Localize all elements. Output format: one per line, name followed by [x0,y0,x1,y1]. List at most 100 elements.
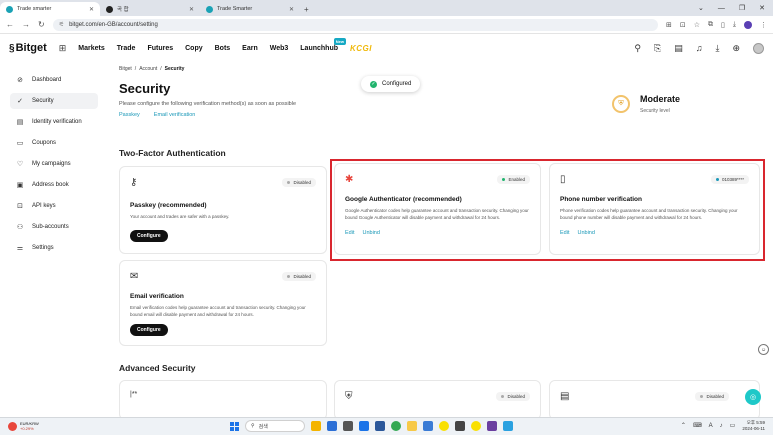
app-icon-10[interactable] [503,421,513,431]
app-icon-8[interactable] [471,421,481,431]
nav-earn[interactable]: Earn [242,45,258,52]
sidebar-item-identity-verification[interactable]: ▤ Identity verification [10,114,98,130]
chrome-icon[interactable] [391,421,401,431]
support-chat-icon[interactable]: ◎ [745,389,761,405]
windows-start-icon[interactable] [230,421,239,431]
configure-passkey-button[interactable]: Configure [130,229,168,242]
nav-copy[interactable]: Copy [185,45,203,52]
new-tab-button[interactable]: + [300,2,313,16]
close-tab-icon[interactable]: ✕ [289,6,294,13]
speaker-icon[interactable]: ♪ [720,423,723,429]
folder-icon[interactable] [407,421,417,431]
profile-icon[interactable] [744,20,752,29]
logo-text: Bitget [15,42,47,54]
feedback-icon[interactable]: ☺ [758,344,769,355]
email-verification-link[interactable]: Email verification [154,112,196,118]
password-icon: |** [130,391,138,398]
status-badge: Disabled [282,272,316,281]
nav-bots[interactable]: Bots [215,45,231,52]
system-tray: ⌃ ⌨ A ♪ ▭ 오후 5:59 2024-06-11 [681,420,765,432]
minimize-button[interactable]: — [718,5,725,12]
passkey-card: ⚷ Disabled Passkey (recommended) Your ac… [119,166,327,254]
browser-tab-2[interactable]: 곡 합 ✕ [100,2,200,16]
close-window-button[interactable]: ✕ [759,4,765,12]
browser-tab-1[interactable]: Trade smarter ✕ [0,2,100,16]
sidebar-item-settings[interactable]: ⚌ Settings [10,240,98,256]
configure-email-button[interactable]: Configure [130,323,168,336]
app-icon-5[interactable] [375,421,385,431]
taskbar-clock[interactable]: 오후 5:59 2024-06-11 [742,420,765,432]
sidebar-item-coupons[interactable]: ▭ Coupons [10,135,98,151]
sidebar-item-dashboard[interactable]: ⊘ Dashboard [10,72,98,88]
menu-kebab-icon[interactable]: ⋮ [760,21,767,29]
maximize-button[interactable]: ❐ [739,4,745,12]
deposit-icon[interactable]: ⎘ [654,43,661,54]
url-input[interactable]: ⚟ bitget.com/en-GB/account/setting [52,18,658,31]
apps-grid-icon[interactable]: ⊞ [59,43,67,54]
download-icon[interactable]: ⤓ [733,21,736,29]
bitget-logo[interactable]: § Bitget [9,42,47,54]
nav-trade[interactable]: Trade [117,45,136,52]
user-avatar[interactable] [753,42,764,54]
widget-change: +0.29% [20,425,34,431]
widget-icon [8,422,17,431]
kakaotalk-icon[interactable] [439,421,449,431]
keyboard-icon[interactable]: ⌨ [693,422,702,429]
dashboard-icon: ⊘ [17,77,23,84]
extensions-icon[interactable]: ⧉ [708,21,713,29]
sidepanel-icon[interactable]: ▯ [721,21,725,29]
app-icon-3[interactable] [343,421,353,431]
tab-title: Trade Smarter [217,6,253,12]
breadcrumb-security: Security [164,66,185,72]
app-icon-6[interactable] [423,421,433,431]
sidebar-item-my-campaigns[interactable]: ♡ My campaigns [10,156,98,172]
nav-launchhub[interactable]: Launchhub New [300,37,346,52]
os-taskbar: EUR/KRW +0.29% ⚲ 검색 ⌃ ⌨ A ♪ ▭ 오후 5:59 20… [0,417,773,435]
install-app-icon[interactable]: ⊞ [666,21,672,29]
coupon-icon: ▭ [16,140,24,147]
site-info-icon[interactable]: ⚟ [59,21,64,28]
nav-markets[interactable]: Markets [78,45,104,52]
search-icon[interactable]: ⚲ [634,43,641,54]
sidebar-item-security[interactable]: ✓ Security [10,93,98,109]
kcgi-promo[interactable]: KCGI [350,44,372,53]
back-arrow-icon[interactable]: ← [6,20,14,29]
language-globe-icon[interactable]: ⊕ [732,43,740,54]
browser-tab-3[interactable]: Trade Smarter ✕ [200,2,300,16]
app-icon-1[interactable] [311,421,321,431]
app-icon-7[interactable] [455,421,465,431]
download-app-icon[interactable]: ⤓ [715,43,719,54]
passkey-link[interactable]: Passkey [119,112,140,118]
taskbar-search-input[interactable]: ⚲ 검색 [245,420,305,432]
sidebar-item-label: API keys [32,203,56,209]
sidebar-item-address-book[interactable]: ▣ Address book [10,177,98,193]
breadcrumb-account[interactable]: Account [139,66,157,72]
nav-futures[interactable]: Futures [147,45,173,52]
battery-icon[interactable]: ▭ [730,422,736,429]
orders-icon[interactable]: ▤ [674,43,683,54]
tab-search-icon[interactable]: ⌄ [698,4,704,12]
bookmark-star-icon[interactable]: ☆ [694,21,700,29]
highlight-box [330,159,765,261]
market-widget[interactable]: EUR/KRW +0.29% [0,421,120,432]
app-icon-9[interactable] [487,421,497,431]
close-tab-icon[interactable]: ✕ [189,6,194,13]
sidebar-item-api-keys[interactable]: ⊡ API keys [10,198,98,214]
app-icon-2[interactable] [327,421,337,431]
browser-actions: ⊞ ⊡ ☆ ⧉ ▯ ⤓ ⋮ [666,20,767,29]
close-tab-icon[interactable]: ✕ [89,6,94,13]
nav-web3[interactable]: Web3 [270,45,289,52]
translate-icon[interactable]: ⊡ [680,21,686,29]
reload-icon[interactable]: ↻ [38,20,45,29]
input-language[interactable]: A [709,423,713,429]
notification-bell-icon[interactable]: ♫ [696,43,703,53]
sidebar-item-label: Address book [32,182,69,188]
app-icon-4[interactable] [359,421,369,431]
breadcrumb-bitget[interactable]: Bitget [119,66,132,72]
forward-arrow-icon[interactable]: → [22,20,30,29]
sidebar-item-sub-accounts[interactable]: ⚇ Sub-accounts [10,219,98,235]
tab-title: 곡 합 [117,7,129,13]
tray-chevron-icon[interactable]: ⌃ [681,422,686,429]
nav-launchhub-label: Launchhub [300,44,338,52]
status-dot-icon [501,395,505,398]
